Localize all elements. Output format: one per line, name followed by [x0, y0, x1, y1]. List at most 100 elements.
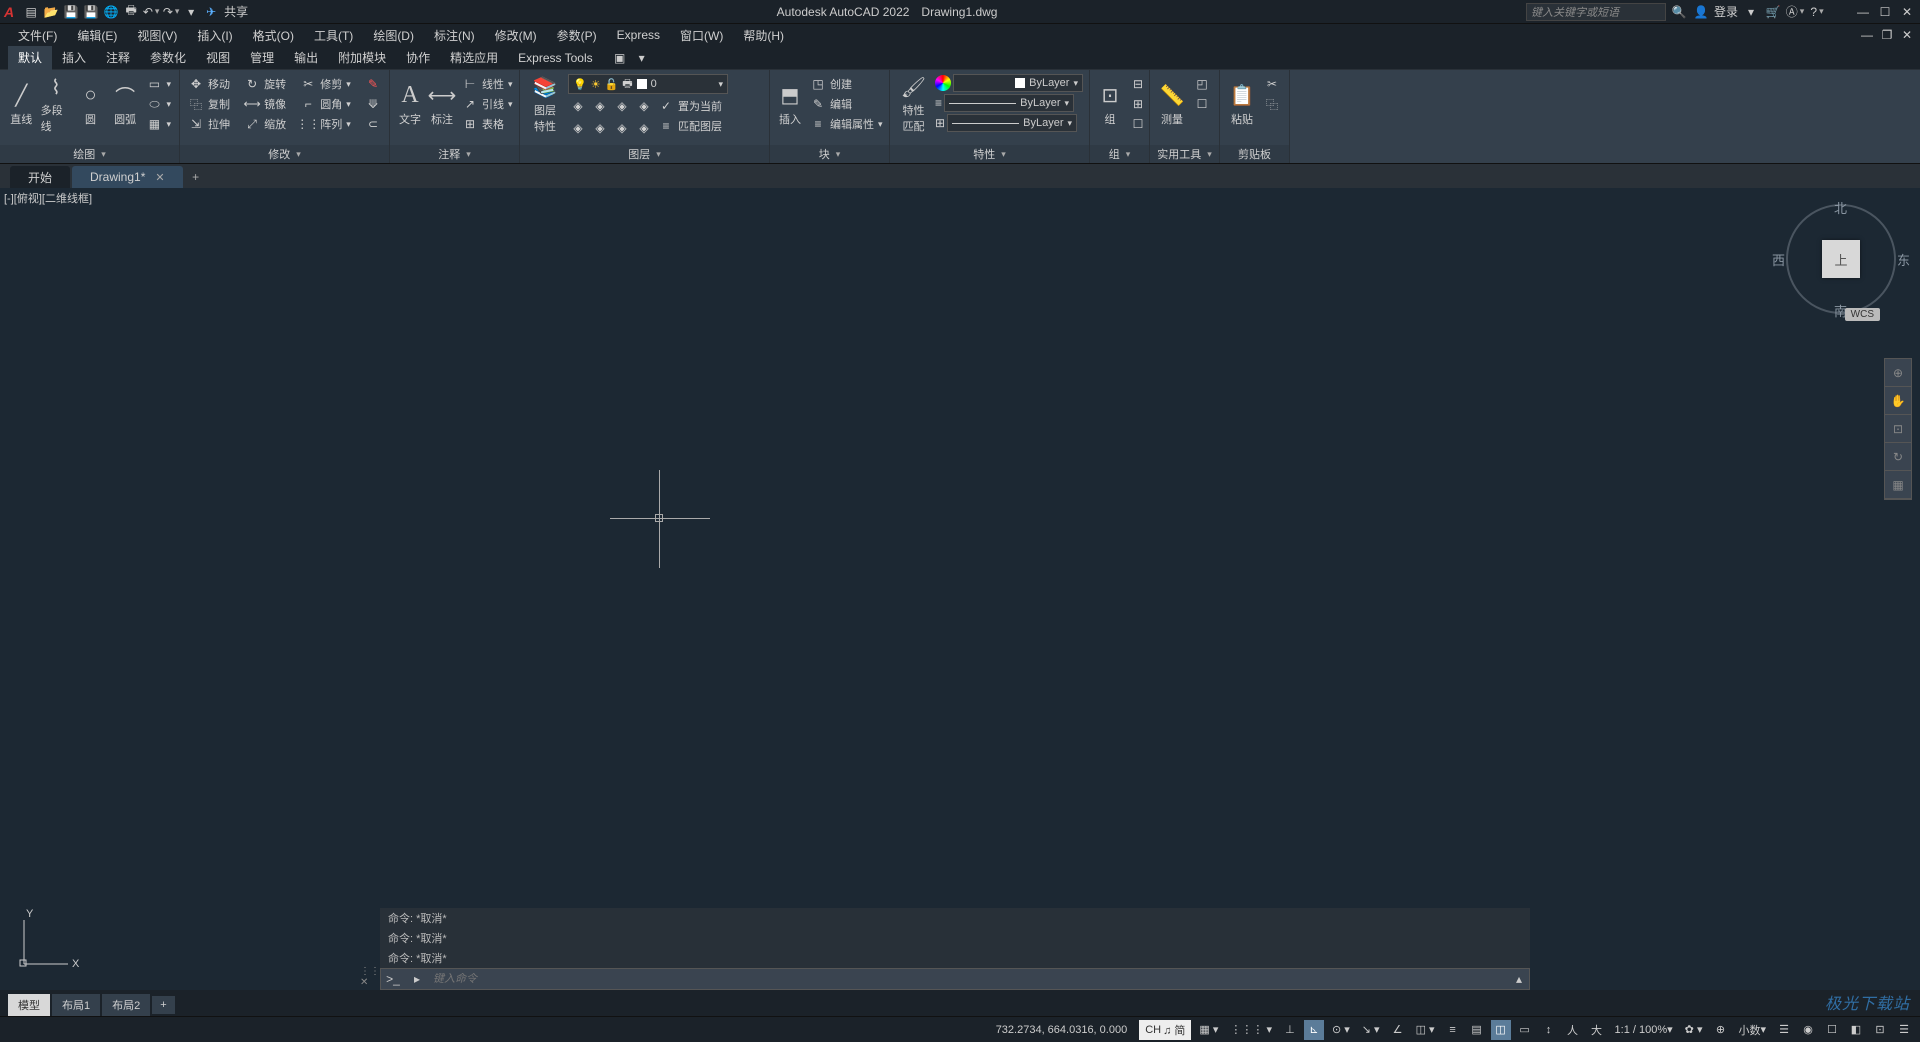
panel-draw-title[interactable]: 绘图	[0, 145, 179, 163]
insert-block-button[interactable]: ⬒插入	[776, 74, 804, 134]
open-icon[interactable]: 📂	[42, 3, 60, 21]
menu-edit[interactable]: 编辑(E)	[67, 24, 127, 47]
trim-button[interactable]: ✂修剪▾	[298, 74, 359, 94]
menu-window[interactable]: 窗口(W)	[670, 24, 733, 47]
layer-dropdown[interactable]: 💡 ☀ 🔓 🖶 0 ▾	[568, 74, 728, 94]
edit-attr-button[interactable]: ≡编辑属性▾	[808, 114, 885, 134]
tab-default[interactable]: 默认	[8, 45, 52, 70]
group-select-button[interactable]: ☐	[1128, 114, 1148, 134]
osnap-button[interactable]: ∠	[1388, 1020, 1408, 1040]
hatch-button[interactable]: ▦▾	[144, 114, 173, 134]
command-expand-icon[interactable]: ▴	[1509, 972, 1529, 986]
tab-close-icon[interactable]: ✕	[155, 171, 164, 184]
pline-button[interactable]: ⌇多段线	[41, 74, 72, 134]
command-recent-icon[interactable]: ▸	[405, 972, 429, 986]
measure-button[interactable]: 📏测量	[1156, 74, 1188, 134]
menu-view[interactable]: 视图(V)	[127, 24, 187, 47]
isolate-button[interactable]: ☐	[1822, 1020, 1842, 1040]
stretch-button[interactable]: ⇲拉伸	[186, 114, 238, 134]
circle-button[interactable]: ○圆	[75, 74, 106, 134]
tab-collab[interactable]: 协作	[396, 45, 440, 70]
layer-tool-1[interactable]: ◈	[568, 96, 588, 116]
model-space-button[interactable]: ▦ ▾	[1195, 1020, 1222, 1040]
layout-add[interactable]: +	[152, 996, 174, 1014]
viewport-label[interactable]: [-][俯视][二维线框]	[4, 190, 92, 206]
wcs-badge[interactable]: WCS	[1845, 308, 1880, 321]
tab-parametric[interactable]: 参数化	[140, 45, 196, 70]
explode-button[interactable]: ⟱	[363, 94, 383, 114]
command-prompt-icon[interactable]: >_	[381, 972, 405, 986]
anno-visibility[interactable]: 人	[1563, 1020, 1583, 1040]
layer-tool-8[interactable]: ◈	[634, 118, 654, 138]
layout-2[interactable]: 布局2	[102, 994, 150, 1016]
group-button[interactable]: ⊡组	[1096, 74, 1124, 134]
doc-minimize-icon[interactable]: —	[1858, 26, 1876, 44]
linetype-dropdown[interactable]: ByLayer▾	[947, 114, 1077, 132]
redo-icon[interactable]: ↷	[162, 3, 180, 21]
plot-icon[interactable]: 🖶	[122, 3, 140, 21]
share-label[interactable]: 共享	[224, 3, 248, 20]
menu-format[interactable]: 格式(O)	[243, 24, 304, 47]
tab-view[interactable]: 视图	[196, 45, 240, 70]
tab-addins[interactable]: 附加模块	[328, 45, 396, 70]
panel-props-title[interactable]: 特性	[890, 145, 1089, 163]
app-switcher-icon[interactable]: Ⓐ	[1786, 3, 1804, 21]
qat-dropdown-icon[interactable]: ▾	[182, 3, 200, 21]
new-icon[interactable]: ▤	[22, 3, 40, 21]
doc-restore-icon[interactable]: ❐	[1878, 26, 1896, 44]
line-button[interactable]: ╱直线	[6, 74, 37, 134]
color-wheel-icon[interactable]	[935, 75, 951, 91]
menu-dim[interactable]: 标注(N)	[424, 24, 485, 47]
units-button[interactable]: 小数 ▾	[1734, 1020, 1770, 1040]
menu-tools[interactable]: 工具(T)	[304, 24, 363, 47]
polar-button[interactable]: ⊙ ▾	[1328, 1020, 1354, 1040]
leader-button[interactable]: ↗引线▾	[460, 94, 515, 114]
tab-insert[interactable]: 插入	[52, 45, 96, 70]
tab-manage[interactable]: 管理	[240, 45, 284, 70]
tab-drawing1[interactable]: Drawing1*✕	[72, 166, 183, 188]
customize-status[interactable]: ☰	[1894, 1020, 1914, 1040]
lineweight-toggle[interactable]: ≡	[1443, 1020, 1463, 1040]
anno-scale[interactable]: 1:1 / 100% ▾	[1611, 1020, 1677, 1040]
zoom-extents-icon[interactable]: ⊡	[1885, 415, 1911, 443]
grid-button[interactable]: ⋮⋮⋮ ▾	[1226, 1020, 1276, 1040]
fillet-button[interactable]: ⌐圆角▾	[298, 94, 359, 114]
coordinates-display[interactable]: 732.2734, 664.0316, 0.000	[988, 1024, 1136, 1036]
ribbon-collapse-icon[interactable]: ▣	[611, 49, 629, 67]
saveas-icon[interactable]: 💾	[82, 3, 100, 21]
web-icon[interactable]: 🌐	[102, 3, 120, 21]
minimize-icon[interactable]: —	[1854, 3, 1872, 21]
layout-1[interactable]: 布局1	[52, 994, 100, 1016]
tab-start[interactable]: 开始	[10, 166, 70, 188]
mirror-button[interactable]: ⟷镜像	[242, 94, 294, 114]
ellipse-button[interactable]: ⬭▾	[144, 94, 173, 114]
viewcube-top-face[interactable]: 上	[1822, 240, 1860, 278]
search-input[interactable]: 键入关键字或短语	[1526, 3, 1666, 21]
ime-badge[interactable]: CH♫ 简	[1139, 1020, 1191, 1040]
help-icon[interactable]: ?	[1808, 3, 1826, 21]
workspace-button[interactable]: ✿ ▾	[1681, 1020, 1707, 1040]
arc-button[interactable]: ⌒圆弧	[110, 74, 141, 134]
qp-button[interactable]: ↕	[1539, 1020, 1559, 1040]
cart-icon[interactable]: 🛒	[1764, 3, 1782, 21]
dyn-input[interactable]: ▭	[1515, 1020, 1535, 1040]
tab-annotate[interactable]: 注释	[96, 45, 140, 70]
lineweight-dropdown[interactable]: ByLayer▾	[944, 94, 1074, 112]
layer-props-button[interactable]: 📚图层 特性	[526, 74, 564, 134]
move-button[interactable]: ✥移动	[186, 74, 238, 94]
offset-button[interactable]: ⊂	[363, 114, 383, 134]
menu-draw[interactable]: 绘图(D)	[363, 24, 424, 47]
layer-tool-4[interactable]: ◈	[634, 96, 654, 116]
viewcube-north[interactable]: 北	[1834, 198, 1847, 217]
close-icon[interactable]: ✕	[1898, 3, 1916, 21]
layer-tool-3[interactable]: ◈	[612, 96, 632, 116]
color-dropdown[interactable]: ByLayer▾	[953, 74, 1083, 92]
ungroup-button[interactable]: ⊟	[1128, 74, 1148, 94]
user-icon[interactable]: 👤	[1692, 3, 1710, 21]
command-handle[interactable]: ⋮⋮✕	[360, 966, 380, 988]
drawing-canvas[interactable]: [-][俯视][二维线框] Y X 北 南 西 东 上 WCS ⊕ ✋ ⊡ ↻ …	[0, 188, 1920, 990]
tab-express[interactable]: Express Tools	[508, 47, 602, 69]
match-props-button[interactable]: 🖌特性 匹配	[896, 74, 931, 134]
util-1[interactable]: ◰	[1192, 74, 1212, 94]
menu-help[interactable]: 帮助(H)	[733, 24, 794, 47]
